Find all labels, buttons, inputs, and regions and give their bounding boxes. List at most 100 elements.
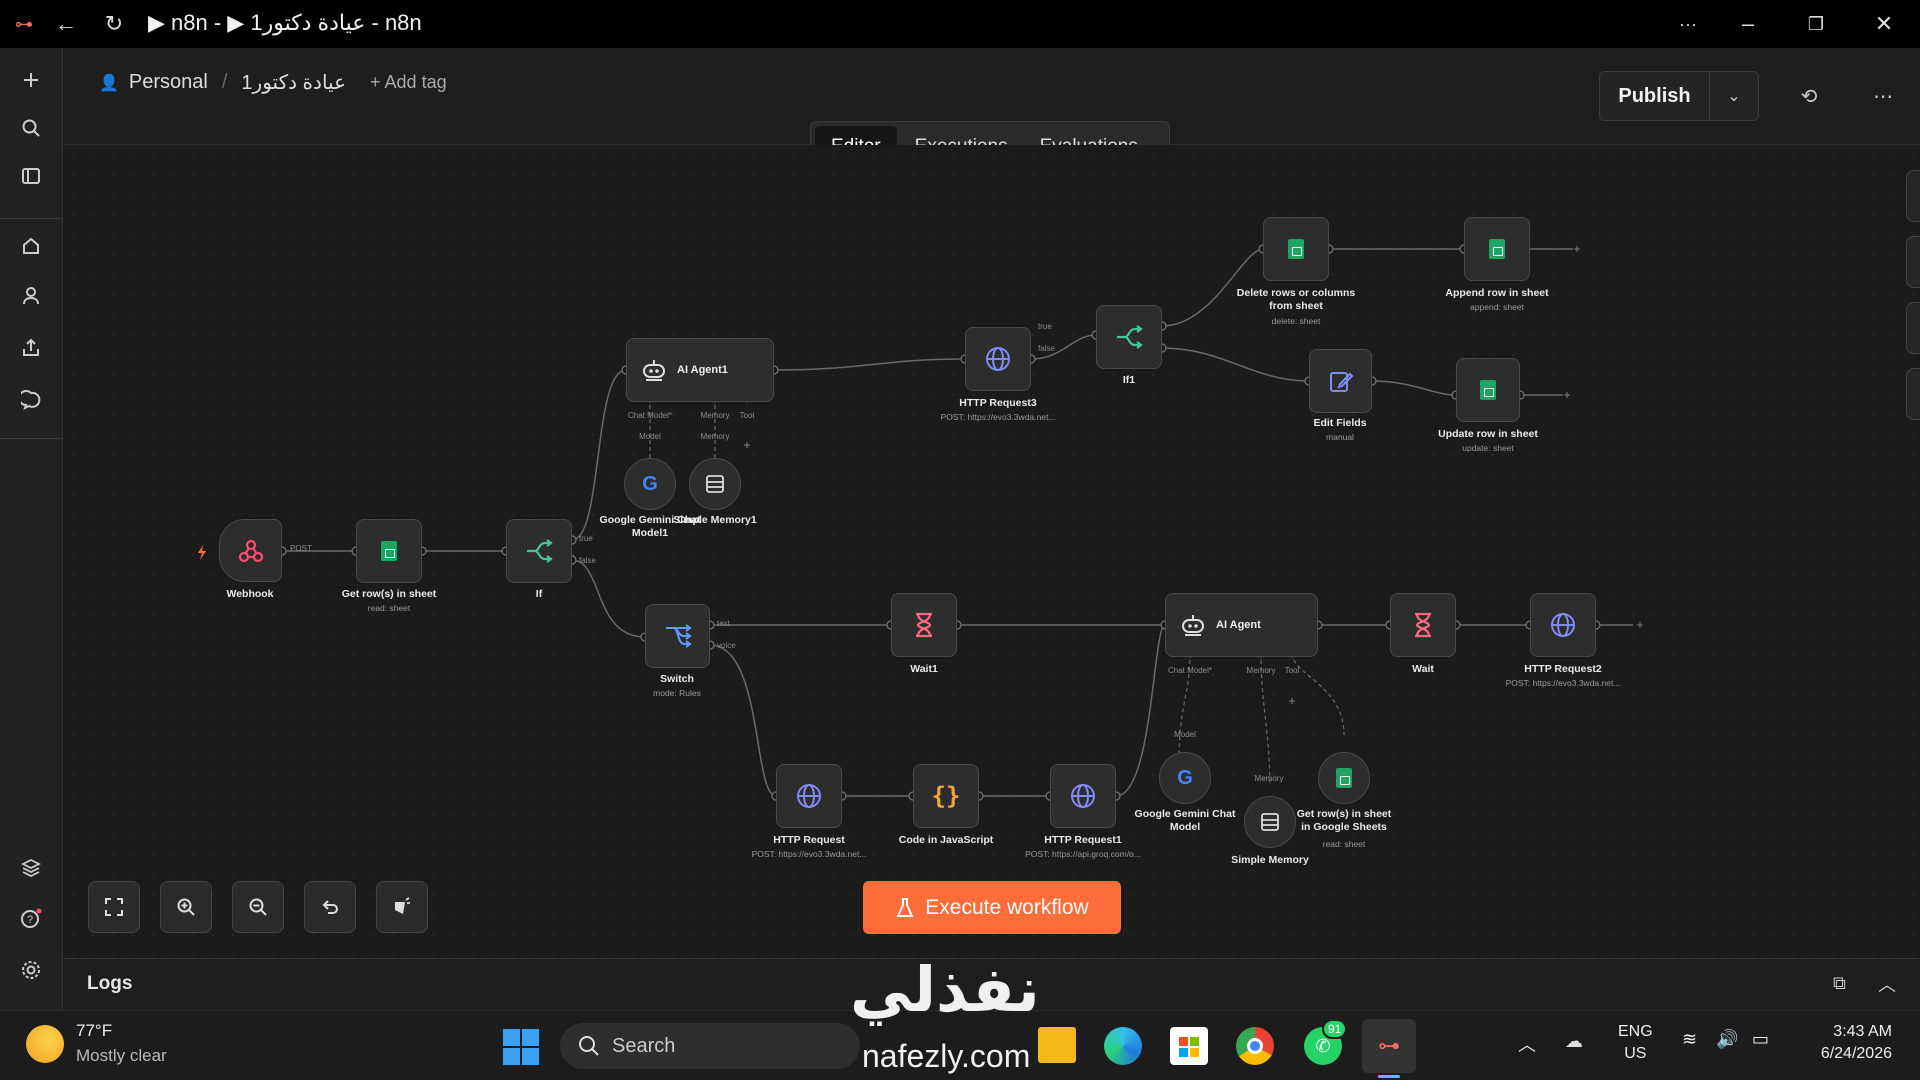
switch-label: Switch [660, 673, 694, 685]
language-indicator[interactable]: ENG US [1618, 1021, 1653, 1065]
tray-chevron-icon[interactable]: ︿ [1518, 1031, 1536, 1057]
svg-text:+: + [1288, 694, 1295, 708]
database-icon [706, 475, 724, 493]
logs-label: Logs [87, 973, 133, 994]
panel-toggle-icon[interactable] [10, 156, 52, 196]
delete-rows-sub: delete: sheet [1271, 316, 1321, 326]
publish-button[interactable]: Publish [1600, 72, 1710, 120]
file-explorer-icon[interactable] [1038, 1027, 1076, 1063]
wait1-node[interactable] [891, 593, 957, 657]
breadcrumb-owner[interactable]: Personal [129, 71, 208, 94]
execute-workflow-button[interactable]: Execute workflow [863, 881, 1121, 934]
reload-icon[interactable]: ↻ [96, 0, 132, 48]
agent-memory-port: Memory [1246, 666, 1276, 675]
settings-icon[interactable] [10, 950, 52, 990]
add-tag-button[interactable]: + Add tag [370, 72, 447, 93]
search-icon[interactable] [10, 108, 52, 148]
undo-icon[interactable] [304, 881, 356, 933]
gemini-model1-node[interactable]: G [624, 458, 676, 510]
http-request1-node[interactable] [1050, 764, 1116, 828]
webhook-port-label: POST [290, 544, 312, 553]
agent1-memory-port: Memory [700, 411, 730, 420]
add-icon[interactable] [10, 60, 52, 100]
wifi-icon[interactable]: ≋ [1682, 1029, 1697, 1050]
simple-memory1-label: Simple Memory1 [673, 514, 757, 526]
chevron-up-icon[interactable]: ︿ [1878, 971, 1896, 997]
share-icon[interactable] [10, 328, 52, 368]
battery-icon[interactable]: ▭ [1752, 1029, 1769, 1050]
http-sub: POST: https://evo3.3wda.net... [751, 849, 867, 859]
get-rows-gs-label-line1: Get row(s) in sheet [1296, 808, 1392, 820]
store-icon[interactable] [1170, 1027, 1208, 1065]
canvas-search-icon[interactable] [1906, 236, 1920, 288]
if1-node[interactable] [1096, 305, 1162, 369]
get-rows-node[interactable] [356, 519, 422, 583]
update-row-node[interactable] [1456, 358, 1520, 422]
templates-icon[interactable] [10, 848, 52, 888]
http-request-node[interactable] [776, 764, 842, 828]
restore-icon[interactable]: ❐ [1792, 0, 1840, 48]
back-icon[interactable]: ← [48, 0, 84, 48]
volume-icon[interactable]: 🔊 [1716, 1029, 1738, 1050]
webhook-icon [238, 539, 263, 562]
get-rows-gs-label-line2: in Google Sheets [1301, 821, 1387, 833]
sticky-note-icon[interactable] [1906, 302, 1920, 354]
switch-node[interactable] [645, 604, 710, 668]
help-icon[interactable]: ? [10, 898, 52, 938]
switch-text-label: text [717, 619, 730, 628]
tidy-up-icon[interactable] [376, 881, 428, 933]
http-request3-node[interactable] [965, 327, 1031, 391]
chevron-down-icon[interactable]: ⌄ [1710, 72, 1758, 120]
history-icon[interactable]: ⟲ [1793, 80, 1825, 112]
get-rows-gs-label: Get row(s) in sheet in Google Sheets [1297, 808, 1392, 834]
n8n-taskbar-icon[interactable]: ⊶ [1362, 1019, 1416, 1073]
minimize-icon[interactable]: – [1724, 0, 1772, 48]
simple-memory1-node[interactable] [689, 458, 741, 510]
delete-rows-node[interactable] [1263, 217, 1329, 281]
clock[interactable]: 3:43 AM 6/24/2026 [1800, 1021, 1892, 1065]
code-js-node[interactable]: {} [913, 764, 979, 828]
edit-fields-sub: manual [1326, 432, 1354, 442]
popout-icon[interactable]: ⧉ [1833, 973, 1846, 994]
workflow-canvas[interactable]: + + + + + POST true false true false text v… [63, 145, 1920, 958]
zoom-in-icon[interactable] [160, 881, 212, 933]
svg-text:+: + [743, 438, 750, 452]
get-rows-gs-node[interactable] [1318, 752, 1370, 804]
chrome-icon[interactable] [1236, 1027, 1274, 1065]
append-row-label: Append row in sheet [1445, 287, 1549, 299]
switch-voice-label: voice [717, 641, 736, 650]
zoom-out-icon[interactable] [232, 881, 284, 933]
ai-agent-title: AI Agent [1216, 619, 1261, 631]
chat-icon[interactable] [10, 380, 52, 420]
http-request2-node[interactable] [1530, 593, 1596, 657]
get-rows-sub: read: sheet [367, 603, 411, 613]
taskbar-search-label: Search [612, 1034, 676, 1057]
workflow-name[interactable]: عيادة دكتور1 [241, 70, 346, 95]
home-icon[interactable] [10, 226, 52, 266]
ai-agent-node[interactable]: AI Agent [1165, 593, 1318, 657]
more-menu-icon[interactable]: ··· [1664, 0, 1712, 48]
fit-view-icon[interactable] [88, 881, 140, 933]
side-panel-icon[interactable] [1906, 368, 1920, 420]
wait-node[interactable] [1390, 593, 1456, 657]
if1-false-label: false [1038, 344, 1055, 353]
append-row-node[interactable] [1464, 217, 1530, 281]
close-icon[interactable]: ✕ [1860, 0, 1908, 48]
more-options-icon[interactable]: ⋯ [1867, 80, 1899, 112]
webhook-node[interactable] [219, 519, 282, 582]
gemini-model-node[interactable]: G [1159, 752, 1211, 804]
ai-agent1-node[interactable]: AI Agent1 [626, 338, 774, 402]
edit-fields-node[interactable] [1309, 349, 1372, 413]
database-icon [1261, 813, 1279, 831]
if-node[interactable] [506, 519, 572, 583]
windows-start-icon[interactable] [503, 1029, 539, 1065]
active-app-indicator [1378, 1075, 1400, 1078]
add-node-icon[interactable] [1906, 170, 1920, 222]
simple-memory-node[interactable] [1244, 796, 1296, 848]
edge-icon[interactable] [1104, 1027, 1142, 1065]
taskbar-search[interactable]: Search [560, 1023, 860, 1069]
window-titlebar: ⊶ ← ↻ ▶ n8n - ▶ عيادة دكتور1 - n8n ··· –… [0, 0, 1920, 48]
cloud-off-icon[interactable]: ☁ [1565, 1031, 1583, 1052]
user-icon[interactable] [10, 276, 52, 316]
ai-agent1-title: AI Agent1 [677, 364, 728, 376]
